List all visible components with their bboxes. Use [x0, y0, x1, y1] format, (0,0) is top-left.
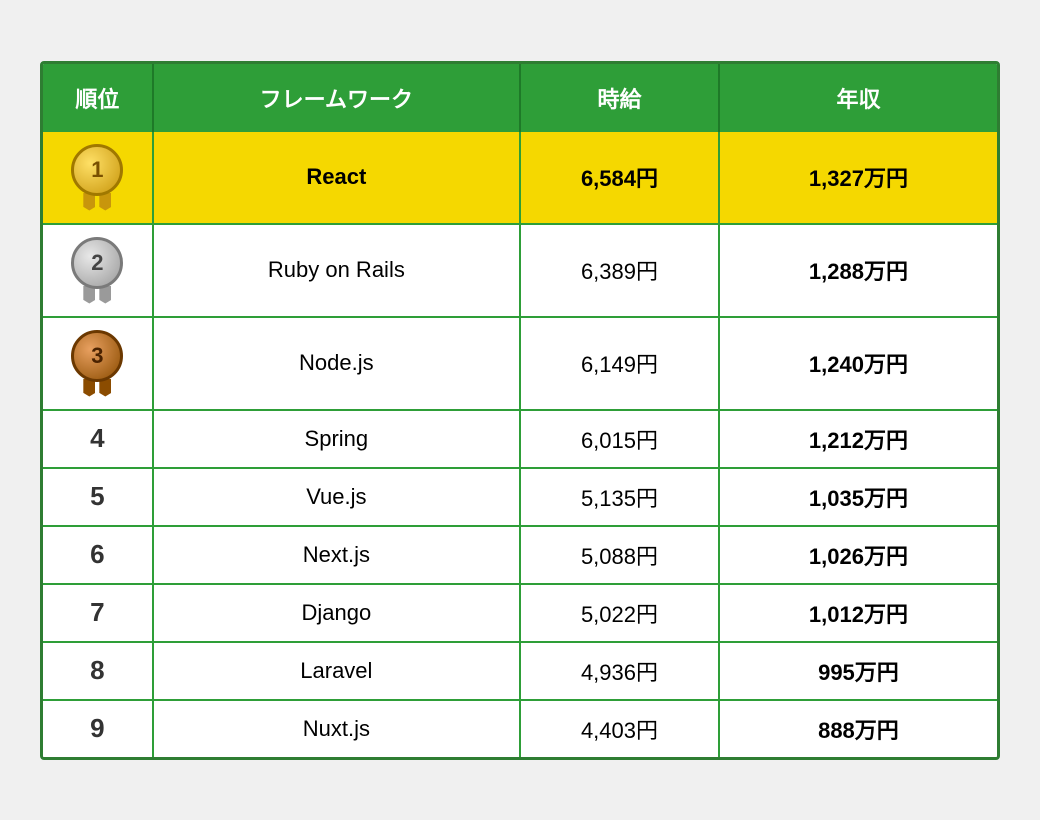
annual-cell: 1,288万円: [719, 224, 997, 317]
rank-cell: 7: [43, 584, 153, 642]
framework-cell: Nuxt.js: [153, 700, 520, 757]
rank-number: 9: [90, 713, 104, 743]
rank-cell: 6: [43, 526, 153, 584]
annual-cell: 1,240万円: [719, 317, 997, 410]
rank-number: 4: [90, 423, 104, 453]
annual-cell: 1,327万円: [719, 132, 997, 224]
rank-number: 6: [90, 539, 104, 569]
rank-cell: 1: [43, 132, 153, 224]
hourly-cell: 6,149円: [520, 317, 719, 410]
table-row: 9 Nuxt.js4,403円888万円: [43, 700, 997, 757]
medal-gold: 1: [71, 144, 123, 211]
header-rank: 順位: [43, 64, 153, 132]
table-row: 8 Laravel4,936円995万円: [43, 642, 997, 700]
framework-cell: Node.js: [153, 317, 520, 410]
rank-cell: 2: [43, 224, 153, 317]
hourly-cell: 6,584円: [520, 132, 719, 224]
table-row: 4 Spring6,015円1,212万円: [43, 410, 997, 468]
rank-number: 5: [90, 481, 104, 511]
annual-cell: 888万円: [719, 700, 997, 757]
annual-cell: 995万円: [719, 642, 997, 700]
header-hourly: 時給: [520, 64, 719, 132]
hourly-cell: 6,015円: [520, 410, 719, 468]
rank-cell: 9: [43, 700, 153, 757]
annual-cell: 1,212万円: [719, 410, 997, 468]
annual-cell: 1,012万円: [719, 584, 997, 642]
annual-cell: 1,035万円: [719, 468, 997, 526]
hourly-cell: 5,088円: [520, 526, 719, 584]
rank-cell: 5: [43, 468, 153, 526]
rank-cell: 4: [43, 410, 153, 468]
table-header-row: 順位 フレームワーク 時給 年収: [43, 64, 997, 132]
framework-cell: Spring: [153, 410, 520, 468]
hourly-cell: 5,135円: [520, 468, 719, 526]
medal-circle: 2: [71, 237, 123, 289]
rank-cell: 3: [43, 317, 153, 410]
hourly-cell: 6,389円: [520, 224, 719, 317]
framework-cell: Django: [153, 584, 520, 642]
rank-number: 8: [90, 655, 104, 685]
rank-cell: 8: [43, 642, 153, 700]
framework-cell: Ruby on Rails: [153, 224, 520, 317]
rank-number: 7: [90, 597, 104, 627]
header-annual: 年収: [719, 64, 997, 132]
hourly-cell: 5,022円: [520, 584, 719, 642]
header-framework: フレームワーク: [153, 64, 520, 132]
framework-cell: Next.js: [153, 526, 520, 584]
ranking-table: 順位 フレームワーク 時給 年収 1 React6,584円1,327万円 2 Rub…: [43, 64, 997, 757]
table-row: 2 Ruby on Rails6,389円1,288万円: [43, 224, 997, 317]
table-row: 5 Vue.js5,135円1,035万円: [43, 468, 997, 526]
medal-circle: 3: [71, 330, 123, 382]
annual-cell: 1,026万円: [719, 526, 997, 584]
table-row: 7 Django5,022円1,012万円: [43, 584, 997, 642]
table-row: 3 Node.js6,149円1,240万円: [43, 317, 997, 410]
medal-circle: 1: [71, 144, 123, 196]
ranking-table-wrapper: 順位 フレームワーク 時給 年収 1 React6,584円1,327万円 2 Rub…: [40, 61, 1000, 760]
framework-cell: React: [153, 132, 520, 224]
medal-silver: 2: [71, 237, 123, 304]
framework-cell: Vue.js: [153, 468, 520, 526]
medal-bronze: 3: [71, 330, 123, 397]
hourly-cell: 4,936円: [520, 642, 719, 700]
framework-cell: Laravel: [153, 642, 520, 700]
table-row: 1 React6,584円1,327万円: [43, 132, 997, 224]
hourly-cell: 4,403円: [520, 700, 719, 757]
table-row: 6 Next.js5,088円1,026万円: [43, 526, 997, 584]
